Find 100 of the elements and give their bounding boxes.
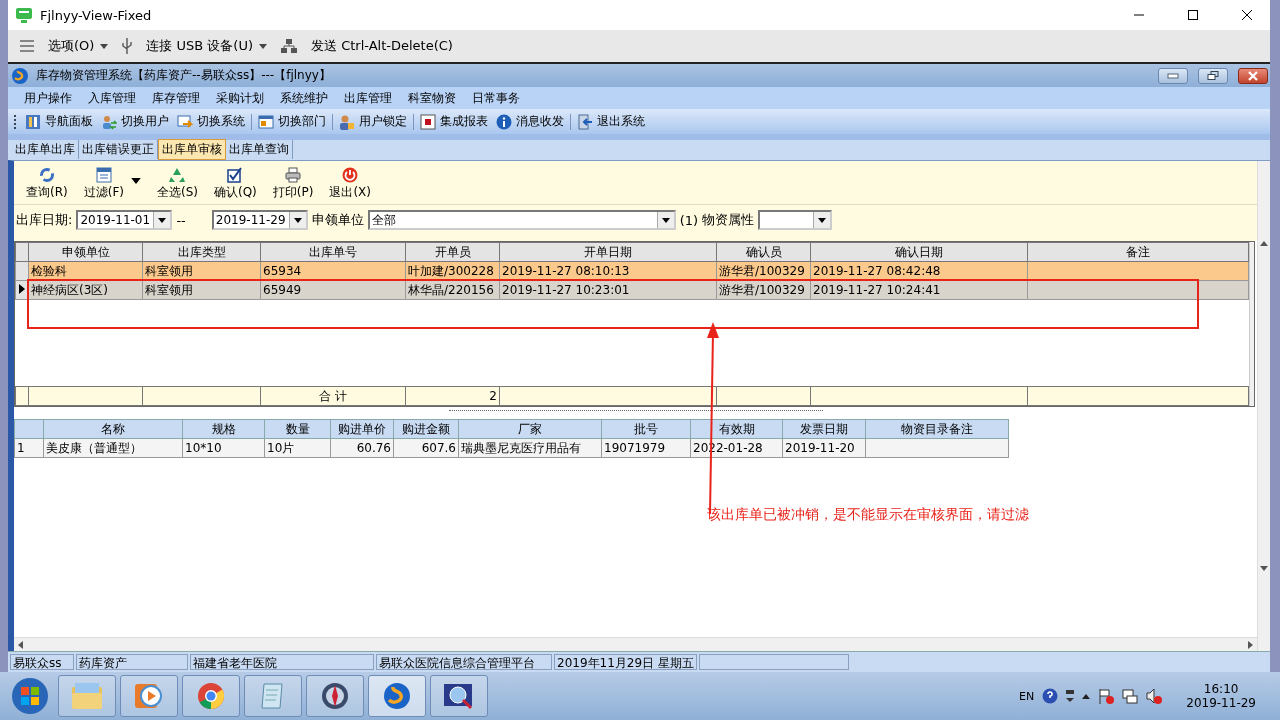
- taskbar-app[interactable]: [430, 675, 488, 717]
- close-button[interactable]: [1238, 67, 1268, 84]
- menu-item[interactable]: 日常事务: [464, 87, 528, 109]
- field-label: 申领单位: [311, 211, 364, 229]
- dropdown-field[interactable]: 全部: [367, 210, 676, 230]
- menu-icon: [20, 40, 34, 52]
- tab[interactable]: 出库单查询: [226, 140, 293, 159]
- caret-icon: [130, 178, 141, 184]
- exit-icon: [577, 113, 593, 130]
- status-field: 福建省老年医院: [190, 654, 374, 670]
- action-button[interactable]: 过滤(F): [75, 167, 149, 201]
- taskbar-app[interactable]: [120, 675, 178, 717]
- status-field: 2019年11月29日 星期五: [554, 654, 697, 670]
- count-label: (1): [679, 212, 699, 228]
- up-arrow-icon[interactable]: [1082, 693, 1091, 699]
- tab[interactable]: 出库单审核: [158, 139, 226, 160]
- printer-icon: [285, 167, 302, 183]
- status-field: 易联众ss: [10, 654, 74, 670]
- power-icon: [342, 167, 359, 183]
- caret-icon: [158, 217, 167, 223]
- column-header: 申领单位: [28, 242, 143, 262]
- taskbar-app[interactable]: [182, 675, 240, 717]
- scroll-up-icon[interactable]: [1260, 241, 1268, 246]
- menu-item[interactable]: 出库管理: [336, 87, 400, 109]
- clock-time: 16:10: [1203, 682, 1239, 696]
- toolbar-button[interactable]: 切换系统: [173, 111, 249, 132]
- column-header: 物资目录备注: [865, 419, 1009, 439]
- table-row[interactable]: 神经病区(3区) 科室领用 65949 林华晶/220156 2019-11-27 10:23:01 游华君/100329 2019-11-27 10:24:41: [15, 280, 1249, 300]
- minimize-button[interactable]: [1158, 67, 1188, 84]
- compass-icon: [321, 682, 349, 710]
- toolbar-button[interactable]: 集成报表: [416, 111, 492, 132]
- table-row[interactable]: 检验科 科室领用 65934 叶加建/300228 2019-11-27 08:10:13 游华君/100329 2019-11-27 08:42:48: [15, 261, 1249, 281]
- column-header: 备注: [1027, 242, 1249, 262]
- window-icon: [258, 113, 274, 130]
- browser-icon: [197, 682, 225, 710]
- taskbar-app[interactable]: [368, 675, 426, 717]
- caret-icon: [293, 217, 302, 223]
- annotation-text: 该出库单已被冲销，是不能显示在审核界面，请过滤: [707, 506, 1029, 524]
- user-lock-icon: [339, 113, 355, 130]
- column-header: 数量: [264, 419, 331, 439]
- minimize-icon: [1167, 72, 1179, 79]
- column-header: 确认日期: [810, 242, 1028, 262]
- column-header: 厂家: [458, 419, 602, 439]
- toolbar-button[interactable]: 消息收发: [492, 111, 568, 132]
- recycle-icon: [169, 167, 186, 183]
- action-button[interactable]: 退出(X): [321, 167, 379, 201]
- folder-icon: [72, 683, 102, 709]
- column-header: 有效期: [690, 419, 783, 439]
- toolbar-button[interactable]: 退出系统: [573, 111, 649, 132]
- menu-item[interactable]: 入库管理: [80, 87, 144, 109]
- media-player-icon: [135, 682, 163, 710]
- restore-icon: [1207, 70, 1219, 81]
- action-button[interactable]: 确认(Q): [205, 167, 265, 201]
- clock-date: 2019-11-29: [1186, 696, 1256, 710]
- date-field[interactable]: 2019-11-01: [76, 210, 173, 230]
- menu-item[interactable]: 科室物资: [400, 87, 464, 109]
- help-icon: [1042, 688, 1059, 704]
- total-count: 2: [405, 386, 500, 406]
- tab[interactable]: 出库单出库: [12, 140, 79, 159]
- language-indicator[interactable]: EN: [1019, 689, 1035, 703]
- column-header: 购进单价: [330, 419, 394, 439]
- taskbar-app[interactable]: [306, 675, 364, 717]
- toolbar-button[interactable]: 导航面板: [21, 111, 97, 132]
- toolbar-button[interactable]: 用户锁定: [335, 111, 411, 132]
- scroll-down-icon[interactable]: [1260, 566, 1268, 571]
- report-icon: [420, 113, 436, 130]
- date-field[interactable]: 2019-11-29: [211, 210, 308, 230]
- menu-item[interactable]: 系统维护: [272, 87, 336, 109]
- refresh-icon: [38, 167, 55, 183]
- scroll-left-icon[interactable]: [18, 640, 23, 649]
- info-icon: [496, 113, 512, 130]
- menu-item[interactable]: 库存管理: [144, 87, 208, 109]
- menu-item[interactable]: 选项(O): [48, 37, 109, 55]
- monitor-icon: [16, 7, 32, 23]
- menu-item[interactable]: 发送 Ctrl-Alt-Delete(C): [311, 37, 453, 55]
- field-label: 物资属性: [702, 211, 755, 229]
- action-button[interactable]: 打印(P): [264, 167, 322, 201]
- menu-item[interactable]: 采购计划: [208, 87, 272, 109]
- network-icon: [1122, 688, 1139, 704]
- app-logo-icon: [12, 67, 28, 84]
- menu-item[interactable]: 用户操作: [16, 87, 80, 109]
- toolbar-button[interactable]: 切换用户: [97, 111, 173, 132]
- toolbar-button[interactable]: 切换部门: [254, 111, 330, 132]
- action-button[interactable]: 全选(S): [148, 167, 206, 201]
- scroll-right-icon[interactable]: [1248, 640, 1253, 649]
- users-icon: [101, 113, 117, 130]
- window-title: Fjlnyy-View-Fixed: [40, 7, 152, 23]
- app-logo-icon: [383, 682, 411, 710]
- column-header: 开单员: [405, 242, 500, 262]
- column-header: 发票日期: [782, 419, 866, 439]
- flag-icon: [1098, 688, 1115, 704]
- checkbox-icon: [227, 167, 244, 183]
- speaker-muted-icon: [1146, 688, 1163, 704]
- dropdown-field[interactable]: [758, 210, 833, 230]
- menu-item[interactable]: 连接 USB 设备(U): [146, 37, 267, 55]
- column-header: 出库单号: [260, 242, 406, 262]
- restore-button[interactable]: [1198, 67, 1228, 84]
- column-header: 批号: [601, 419, 691, 439]
- action-button[interactable]: 查询(R): [18, 167, 76, 201]
- column-header: 规格: [182, 419, 265, 439]
